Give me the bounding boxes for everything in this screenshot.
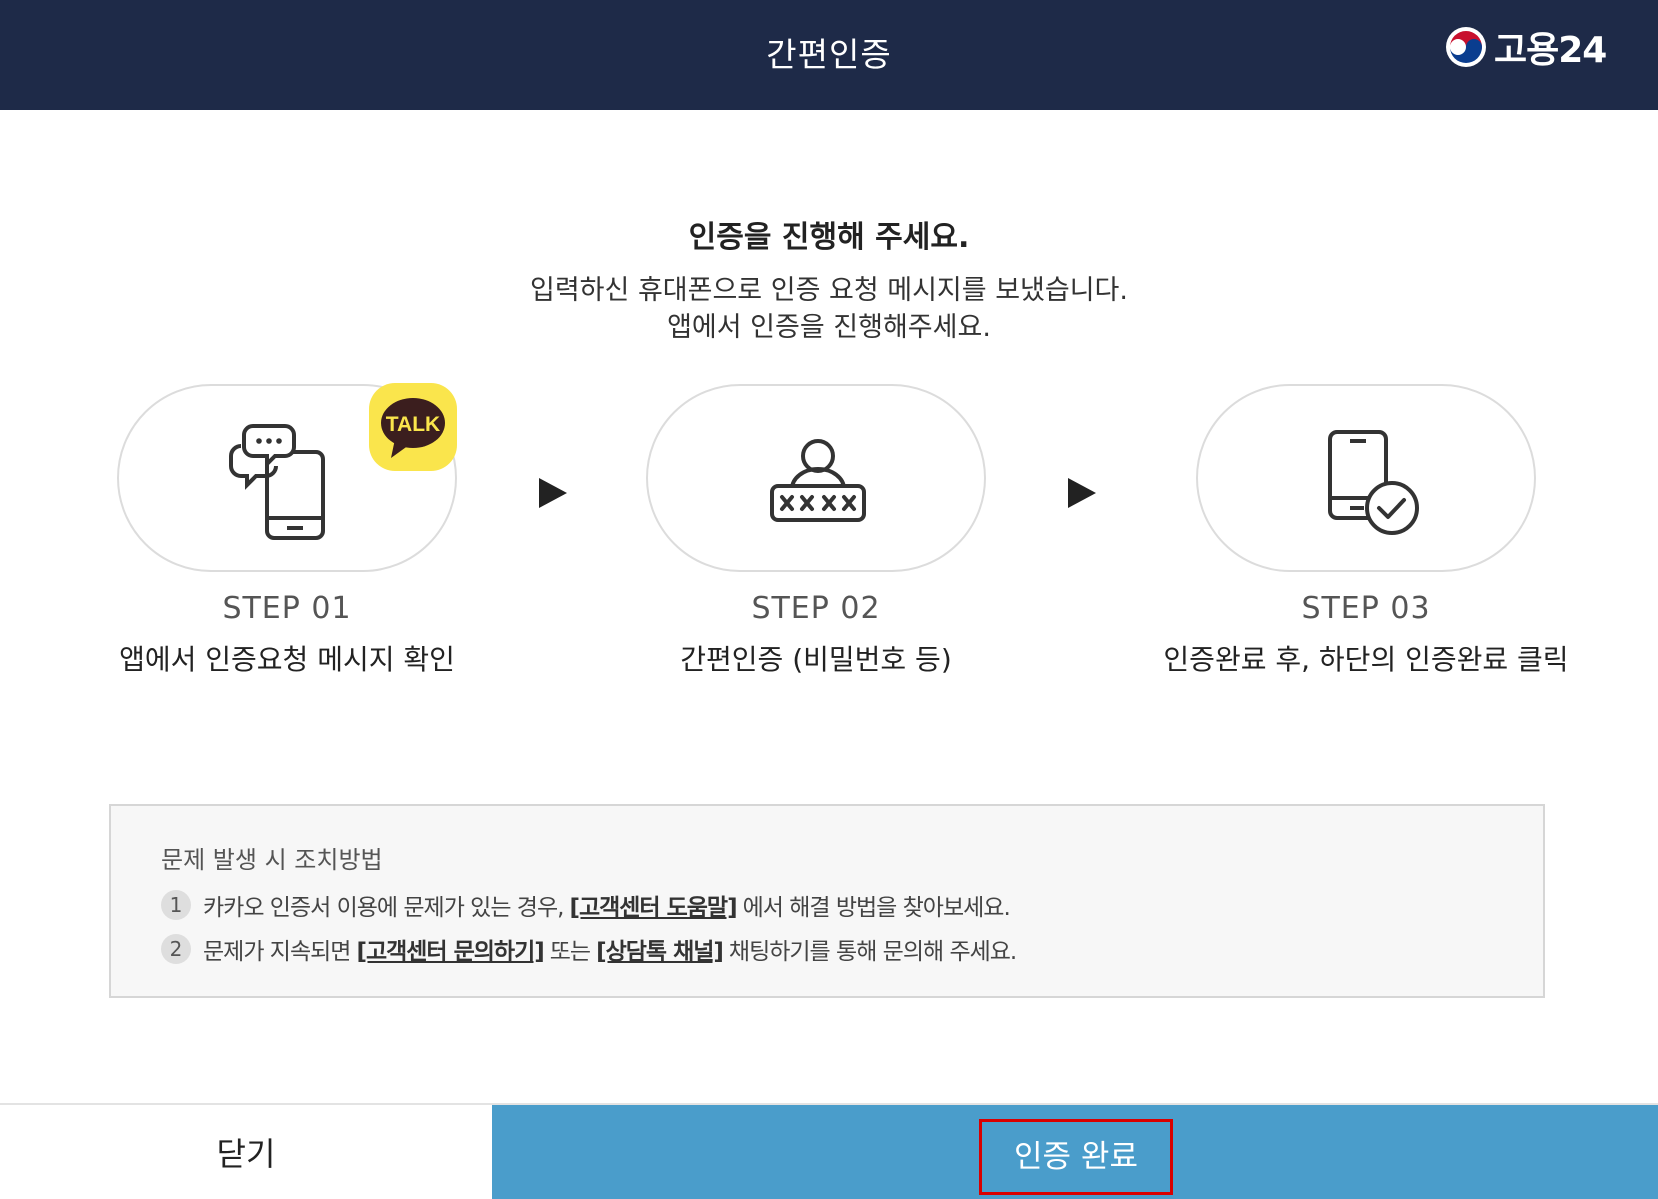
step-02-number: STEP 02: [751, 591, 881, 626]
troubleshooting-box: 문제 발생 시 조치방법 1 카카오 인증서 이용에 문제가 있는 경우, [고…: [109, 804, 1545, 998]
close-button[interactable]: 닫기: [0, 1105, 492, 1199]
page-title: 인증을 진행해 주세요.: [688, 220, 970, 255]
notice-text: 카카오 인증서 이용에 문제가 있는 경우,: [203, 895, 564, 921]
header-title: 간편인증: [766, 35, 892, 74]
notice-text: 문제가 지속되면: [203, 939, 351, 965]
contact-support-link[interactable]: [고객센터 문의하기]: [356, 932, 544, 966]
work24-logo: 고용24: [1444, 22, 1607, 72]
notice-number-2: 2: [161, 934, 191, 964]
auth-complete-label: 인증 완료: [979, 1119, 1173, 1195]
notice-item-1: 1 카카오 인증서 이용에 문제가 있는 경우, [고객센터 도움말] 에서 해…: [161, 888, 1011, 922]
user-password-icon: [770, 439, 866, 522]
step-03-card: [1196, 384, 1536, 572]
notice-item-2: 2 문제가 지속되면 [고객센터 문의하기] 또는 [상담톡 채널] 채팅하기를…: [161, 932, 1017, 966]
logo-text: 고용24: [1494, 30, 1607, 71]
step-01-description: 앱에서 인증요청 메시지 확인: [119, 643, 455, 676]
step-01-number: STEP 01: [222, 591, 352, 626]
notice-title: 문제 발생 시 조치방법: [161, 846, 383, 874]
arrow-right-icon: [1068, 478, 1096, 508]
page-description: 입력하신 휴대폰으로 인증 요청 메시지를 보냈습니다. 앱에서 인증을 진행해…: [0, 272, 1658, 346]
kakao-talk-badge: TALK: [369, 383, 457, 471]
step-03-number: STEP 03: [1301, 591, 1431, 626]
description-line-2: 앱에서 인증을 진행해주세요.: [667, 312, 991, 343]
description-line-1: 입력하신 휴대폰으로 인증 요청 메시지를 보냈습니다.: [530, 275, 1128, 306]
notice-number-1: 1: [161, 890, 191, 920]
notice-text: 또는: [549, 939, 591, 965]
chat-channel-link[interactable]: [상담톡 채널]: [596, 932, 724, 966]
arrow-right-icon: [539, 478, 567, 508]
header-bar: 간편인증 고용24: [0, 0, 1658, 110]
notice-text: 에서 해결 방법을 찾아보세요.: [742, 895, 1011, 921]
step-03-description: 인증완료 후, 하단의 인증완료 클릭: [1163, 643, 1569, 676]
phone-check-icon: [1328, 430, 1419, 535]
help-center-link[interactable]: [고객센터 도움말]: [569, 888, 737, 922]
notice-text: 채팅하기를 통해 문의해 주세요.: [728, 939, 1017, 965]
auth-complete-button[interactable]: 인증 완료: [492, 1105, 1658, 1199]
taegeuk-logo-icon: [1446, 27, 1486, 67]
step-02-description: 간편인증 (비밀번호 등): [680, 643, 952, 676]
step-02-card: [646, 384, 986, 572]
kakao-talk-icon: TALK: [381, 398, 445, 458]
talk-label: TALK: [386, 413, 440, 436]
